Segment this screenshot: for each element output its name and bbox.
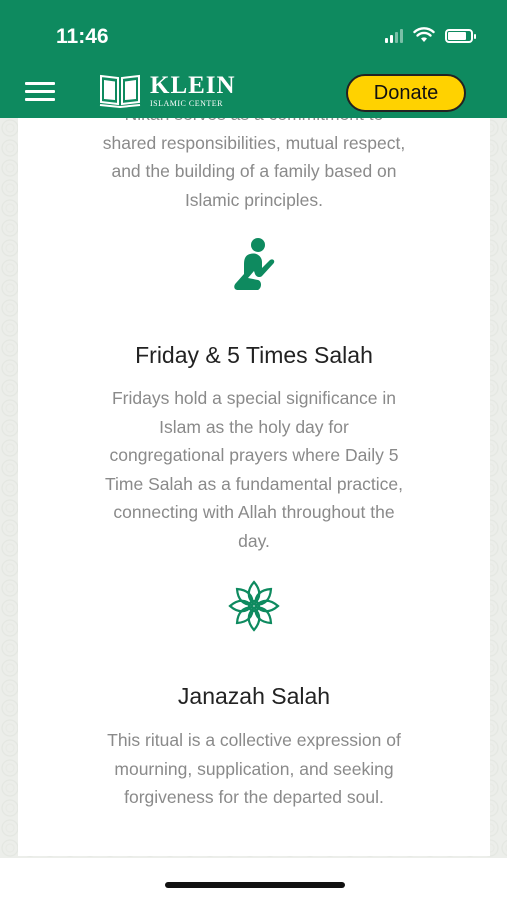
nikah-line-0: Nikah serves as a commitment to — [18, 118, 490, 129]
friday-line-3: Time Salah as a fundamental practice, — [105, 473, 403, 494]
friday-line-1: Islam as the holy day for — [159, 416, 349, 437]
cellular-signal-icon — [385, 29, 403, 43]
friday-line-2: congregational prayers where Daily 5 — [109, 445, 399, 466]
hamburger-menu-button[interactable] — [25, 82, 55, 102]
nikah-line-1: shared responsibilities, mutual respect, — [102, 132, 406, 153]
friday-line-5: day. — [238, 530, 270, 551]
donate-button[interactable]: Donate — [346, 74, 466, 112]
janazah-salah-description: This ritual is a collective expression o… — [18, 726, 490, 812]
nikah-description: Nikah serves as a commitment to shared r… — [18, 118, 490, 214]
logo-subtitle: ISLAMIC CENTER — [150, 98, 223, 108]
janazah-line-2: forgiveness for the departed soul. — [124, 787, 384, 808]
site-logo[interactable]: KLEIN ISLAMIC CENTER — [98, 72, 236, 108]
floral-star-icon — [18, 578, 490, 634]
friday-line-0: Fridays hold a special significance in — [111, 388, 397, 408]
status-icons — [385, 27, 476, 43]
janazah-salah-title: Janazah Salah — [177, 683, 331, 709]
janazah-line-1: mourning, supplication, and seeking — [114, 758, 394, 779]
prayer-icon — [18, 238, 490, 294]
nikah-line-3: Islamic principles. — [184, 189, 324, 210]
friday-salah-title: Friday & 5 Times Salah — [135, 342, 373, 368]
app-header: 11:46 KLEIN ISLAMIC CENTER Donate — [0, 0, 507, 118]
friday-salah-description: Fridays hold a special significance in I… — [18, 384, 490, 556]
wifi-icon — [413, 27, 435, 42]
logo-title: KLEIN — [150, 71, 236, 99]
nikah-line-2: and the building of a family based on — [111, 161, 397, 182]
content-card: Nikah serves as a commitment to shared r… — [18, 118, 490, 856]
friday-line-4: connecting with Allah throughout the — [113, 502, 395, 523]
janazah-line-0: This ritual is a collective expression o… — [107, 730, 401, 750]
open-book-icon — [99, 74, 141, 108]
battery-icon — [445, 29, 476, 43]
home-indicator[interactable] — [165, 882, 345, 888]
status-time: 11:46 — [56, 25, 109, 48]
